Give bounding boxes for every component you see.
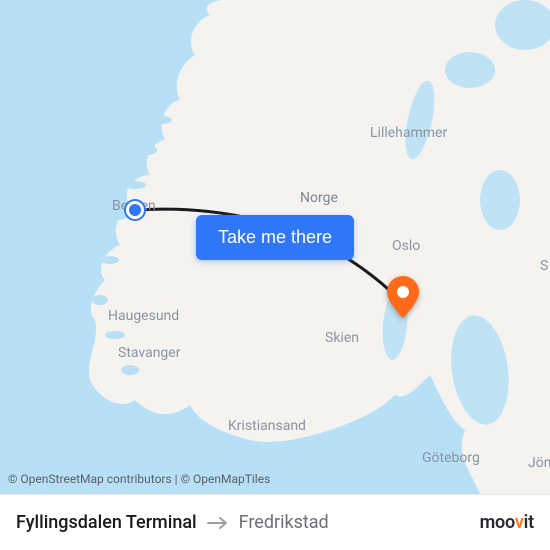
origin-marker[interactable] <box>126 201 144 219</box>
destination-marker[interactable] <box>387 276 419 318</box>
app-root: Lillehammer Norge Bergen Oslo Haugesund … <box>0 0 550 550</box>
take-me-there-button[interactable]: Take me there <box>196 215 354 260</box>
brand-logo[interactable]: moovit <box>480 512 534 533</box>
map-pin-icon <box>387 276 419 318</box>
route-summary: Fyllingsdalen Terminal Fredrikstad <box>16 512 480 533</box>
footer-bar: Fyllingsdalen Terminal Fredrikstad moovi… <box>0 494 550 550</box>
route-from-label: Fyllingsdalen Terminal <box>16 512 197 533</box>
brand-logo-text: moovit <box>480 512 534 533</box>
route-to-label: Fredrikstad <box>239 512 329 533</box>
map-attribution: © OpenStreetMap contributors | © OpenMap… <box>8 472 270 486</box>
arrow-right-icon <box>207 516 229 530</box>
map-area[interactable]: Lillehammer Norge Bergen Oslo Haugesund … <box>0 0 550 494</box>
